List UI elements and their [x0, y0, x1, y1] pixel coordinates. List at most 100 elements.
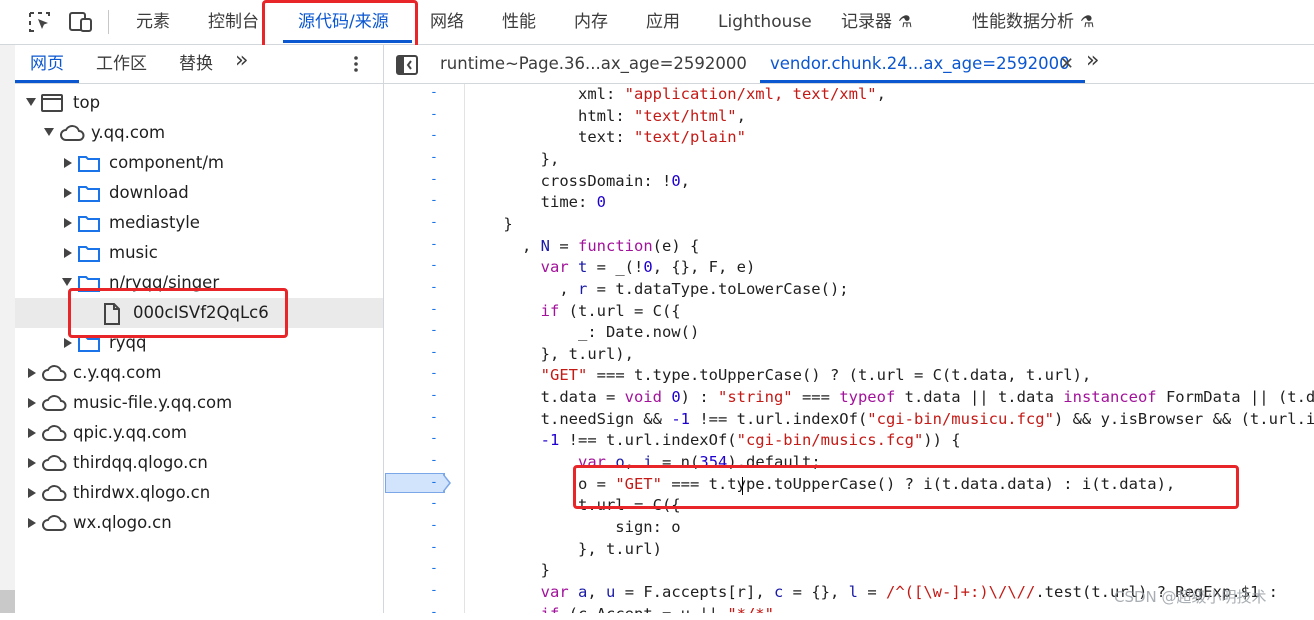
collapsed-triangle-icon[interactable]: [28, 458, 36, 468]
left-edge-strip: [0, 45, 15, 613]
more-tabs-chevron-icon[interactable]: »: [235, 42, 248, 80]
gutter-line-marker[interactable]: -: [430, 237, 440, 252]
folder-icon: [77, 213, 101, 237]
tab-elements[interactable]: 元素: [136, 0, 170, 44]
gutter-line-marker[interactable]: -: [430, 561, 440, 576]
tree-item-label: music: [109, 243, 158, 262]
collapsed-triangle-icon[interactable]: [64, 248, 72, 258]
tab-application[interactable]: 应用: [646, 0, 680, 44]
tab-console[interactable]: 控制台: [208, 0, 259, 44]
gutter-line-marker[interactable]: -: [430, 345, 440, 360]
code-line: }: [466, 561, 550, 580]
folder-icon: [77, 153, 101, 177]
line-gutter[interactable]: - - - - - - - - - - - - - - - - - - - - - - - - -: [384, 84, 465, 620]
gutter-line-marker[interactable]: -: [430, 193, 440, 208]
tab-page[interactable]: 网页: [30, 45, 64, 83]
gutter-line-marker[interactable]: -: [430, 323, 440, 338]
tree-item[interactable]: music: [15, 238, 383, 268]
gutter-line-marker[interactable]: -: [430, 410, 440, 425]
tree-item[interactable]: y.qq.com: [15, 118, 383, 148]
tab-workspace[interactable]: 工作区: [96, 45, 147, 83]
gutter-line-marker[interactable]: -: [430, 258, 440, 273]
tab-lighthouse[interactable]: Lighthouse: [718, 0, 812, 44]
tree-item[interactable]: component/m: [15, 148, 383, 178]
gutter-line-marker[interactable]: -: [430, 453, 440, 468]
code-line: if (t.url = C({: [540, 301, 681, 320]
tree-item-label: qpic.y.qq.com: [73, 423, 187, 442]
gutter-line-marker[interactable]: -: [430, 85, 440, 100]
tab-performance[interactable]: 性能: [502, 0, 536, 44]
scrollbar-thumb[interactable]: [0, 590, 15, 613]
collapsed-triangle-icon[interactable]: [28, 368, 36, 378]
gutter-line-marker[interactable]: -: [430, 388, 440, 403]
collapsed-triangle-icon[interactable]: [64, 338, 72, 348]
tree-item[interactable]: wx.qlogo.cn: [15, 508, 383, 538]
expanded-triangle-icon[interactable]: [62, 278, 72, 286]
collapsed-triangle-icon[interactable]: [28, 518, 36, 528]
gutter-line-marker[interactable]: -: [430, 366, 440, 381]
tree-item[interactable]: thirdqq.qlogo.cn: [15, 448, 383, 478]
gutter-line-marker[interactable]: -: [430, 605, 440, 620]
active-editor-tab-indicator: [760, 80, 1085, 83]
gutter-line-marker[interactable]: -: [430, 172, 440, 187]
code-line: t.needSign && -1 !== t.url.indexOf("cgi-…: [466, 409, 1314, 428]
collapsed-triangle-icon[interactable]: [64, 158, 72, 168]
gutter-line-marker[interactable]: -: [430, 496, 440, 511]
more-tabs-chevron-icon[interactable]: »: [1086, 42, 1099, 80]
gutter-line-marker[interactable]: -: [430, 302, 440, 317]
code-line: , N = function(e) {: [466, 236, 700, 255]
gutter-line-marker[interactable]: -: [430, 215, 440, 230]
expanded-triangle-icon[interactable]: [44, 128, 54, 136]
gutter-line-marker[interactable]: -: [430, 431, 440, 446]
tab-overrides[interactable]: 替换: [179, 45, 213, 83]
tab-recorder[interactable]: 记录器 ⚗: [841, 0, 912, 44]
code-line: var t = _(!0, {}, F, e): [540, 258, 756, 277]
tree-item[interactable]: music-file.y.qq.com: [15, 388, 383, 418]
collapsed-triangle-icon[interactable]: [28, 428, 36, 438]
collapsed-triangle-icon[interactable]: [28, 488, 36, 498]
tree-item-label: mediastyle: [109, 213, 200, 232]
tab-memory[interactable]: 内存: [574, 0, 608, 44]
gutter-line-marker[interactable]: -: [430, 475, 440, 490]
tree-item[interactable]: top: [15, 88, 383, 118]
code-line: xml: "application/xml, text/xml",: [577, 85, 886, 103]
cloud-icon: [41, 513, 67, 537]
tree-item[interactable]: mediastyle: [15, 208, 383, 238]
device-toolbar-icon[interactable]: [69, 11, 93, 33]
close-tab-icon[interactable]: ✕: [1060, 45, 1074, 83]
collapsed-triangle-icon[interactable]: [28, 398, 36, 408]
gutter-line-marker[interactable]: -: [430, 107, 440, 122]
cloud-icon: [41, 453, 67, 477]
tree-item[interactable]: c.y.qq.com: [15, 358, 383, 388]
code-line: -1 !== t.url.indexOf("cgi-bin/musics.fcg…: [540, 431, 961, 450]
highlight-box-code-line: [573, 465, 1239, 509]
collapsed-triangle-icon[interactable]: [64, 218, 72, 228]
sidebar-toggle-icon[interactable]: [396, 45, 418, 83]
code-line: , r = t.dataType.toLowerCase();: [466, 279, 849, 298]
gutter-line-marker[interactable]: -: [430, 583, 440, 598]
code-line: }, t.url): [466, 539, 662, 558]
tree-item-label: component/m: [109, 153, 224, 172]
more-options-icon[interactable]: [354, 55, 358, 73]
gutter-line-marker[interactable]: -: [430, 128, 440, 143]
tab-network[interactable]: 网络: [430, 0, 464, 44]
gutter-line-marker[interactable]: -: [430, 518, 440, 533]
editor-tab-vendor[interactable]: vendor.chunk.24...ax_age=2592000: [770, 45, 1070, 83]
tree-item[interactable]: thirdwx.qlogo.cn: [15, 478, 383, 508]
folder-icon: [77, 243, 101, 267]
gutter-line-marker[interactable]: -: [430, 540, 440, 555]
code-line: text: "text/plain": [577, 128, 746, 147]
gutter-line-marker[interactable]: -: [430, 280, 440, 295]
tab-performance-insights[interactable]: 性能数据分析 ⚗: [972, 0, 1094, 44]
editor-tab-runtime[interactable]: runtime~Page.36...ax_age=2592000: [440, 45, 747, 83]
tree-item[interactable]: download: [15, 178, 383, 208]
collapsed-triangle-icon[interactable]: [64, 188, 72, 198]
expanded-triangle-icon[interactable]: [26, 98, 36, 106]
gutter-line-marker[interactable]: -: [430, 150, 440, 165]
tree-item-label: thirdqq.qlogo.cn: [73, 453, 208, 472]
inspect-element-icon[interactable]: [28, 11, 52, 33]
tree-item[interactable]: qpic.y.qq.com: [15, 418, 383, 448]
code-line: }, t.url),: [466, 344, 634, 363]
code-line: t.data = void 0) : "string" === typeof t…: [466, 388, 1314, 407]
code-editor[interactable]: xml: "application/xml, text/xml", html: …: [466, 84, 1314, 613]
